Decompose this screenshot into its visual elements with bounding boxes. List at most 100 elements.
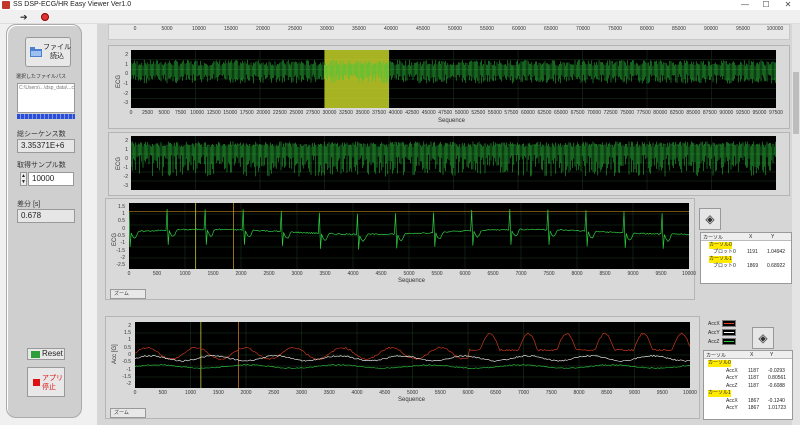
overview-top-x-ticks-bottom: 0 2500 5000 7500 10000 12500 15000 17500 20000 22…	[130, 110, 783, 117]
ecg-cursor-table-header: カーソル X Y	[701, 233, 791, 241]
close-button[interactable]: ✕	[778, 0, 798, 10]
x-tick-label: 92500	[735, 110, 750, 116]
y-tick-label: -1	[126, 366, 131, 373]
ecg-cursor-row[interactable]: カーソル0	[701, 242, 791, 249]
x-tick-label: 9500	[656, 390, 668, 396]
overview-middle-ylabel: ECG	[116, 156, 122, 170]
accel-cursor-table[interactable]: カーソル X Y カーソル0 AccX 1187 -0.0293 AccY 1187 0.8…	[703, 350, 793, 420]
x-tick-label: 50000	[454, 110, 469, 116]
x-tick-label: 500	[152, 271, 162, 277]
y-tick-label: 0	[128, 352, 131, 358]
ecg-cursor-row[interactable]: カーソル1	[701, 256, 791, 263]
file-load-label: ファイル読込	[43, 44, 71, 60]
scroll-thumb[interactable]	[793, 72, 799, 134]
x-tick-label: 7500	[175, 110, 187, 116]
legend-label: AccY	[708, 330, 720, 336]
ecg-cursor-hdr-name: カーソル	[703, 235, 724, 241]
run-arrow-icon[interactable]: ➔	[20, 13, 28, 22]
x-tick-label: 1000	[184, 390, 197, 396]
x-tick-label: 97500	[769, 110, 783, 116]
cursor-cell-x: 1187	[748, 367, 759, 374]
x-tick-label: 8500	[599, 271, 611, 277]
x-tick-label: 0	[133, 26, 137, 32]
vertical-scrollbar[interactable]	[792, 24, 800, 425]
accel-cursor-row[interactable]: AccX 1867 -0.1240	[704, 398, 792, 405]
maximize-button[interactable]: ☐	[756, 0, 776, 10]
overview-middle-plot[interactable]	[131, 136, 776, 190]
accel-cursor-row[interactable]: カーソル1	[704, 390, 792, 397]
app-stop-button[interactable]: アプリ停止	[27, 367, 65, 397]
cursor-cell-y: -0.0293	[768, 367, 785, 374]
accel-cursor-row[interactable]: AccY 1187 0.80561	[704, 375, 792, 382]
sample-count-spinner[interactable]: ▲ ▼	[20, 172, 27, 186]
cursor-cell-x: 1867	[748, 397, 760, 404]
x-tick-label: 70000	[576, 26, 590, 32]
x-tick-label: 2500	[141, 110, 154, 116]
x-tick-label: 5500	[431, 271, 443, 277]
legend-item-accx[interactable]: AccX	[708, 320, 738, 328]
sample-count-input[interactable]: 10000	[28, 172, 74, 186]
ecg-x-ticks: 0 500 1000 1500 2000 2500 3000 3500 4000 4500 5000…	[128, 271, 696, 278]
minimize-button[interactable]: —	[735, 0, 755, 10]
x-tick-label: 0	[133, 390, 137, 396]
ecg-cursor-row[interactable]: プロット0 1191 1.04942	[701, 249, 791, 256]
x-tick-label: 12500	[206, 110, 221, 116]
accel-cursor-move-button[interactable]: ◈	[752, 327, 774, 349]
cursor-cell-sub: AccX	[726, 397, 738, 404]
accel-plot[interactable]	[135, 322, 690, 388]
legend-swatch	[722, 320, 736, 327]
cursor-x: 1869	[747, 263, 759, 269]
accel-cursor-row[interactable]: カーソル0	[704, 360, 792, 367]
y-tick-label: 0	[125, 155, 128, 162]
x-tick-label: 42500	[405, 110, 420, 116]
app-stop-label: アプリ停止	[42, 375, 63, 391]
y-tick-label: -0.5	[122, 359, 131, 366]
y-tick-label: -1.5	[122, 374, 131, 380]
cursor-plot: プロット0	[713, 263, 736, 269]
cursor-y: 0.68922	[767, 263, 786, 269]
cursor-cell-sub: AccX	[726, 367, 738, 374]
window-title: SS DSP-ECG/HR Easy Viewer Ver1.0	[13, 1, 132, 8]
x-tick-label: 55000	[487, 110, 502, 116]
overview-top-plot[interactable]	[131, 50, 776, 108]
x-tick-label: 5000	[161, 26, 173, 32]
cursor-y: 1.04942	[767, 249, 786, 255]
y-tick-label: -2.5	[116, 262, 125, 269]
ecg-zoom-tool[interactable]: ズーム	[110, 289, 146, 299]
x-tick-label: 25000	[289, 110, 304, 116]
legend-item-accz[interactable]: AccZ	[708, 338, 738, 346]
x-tick-label: 10000	[682, 271, 696, 277]
x-tick-label: 8000	[573, 390, 585, 396]
file-path-field[interactable]: C:\Users\...\dsp_data\...csv	[17, 83, 75, 113]
cursor-cell-y: -0.6088	[768, 382, 785, 389]
ecg-cursor-row[interactable]: プロット0 1869 0.68922	[701, 263, 791, 270]
x-tick-label: 3000	[291, 271, 303, 277]
reset-button[interactable]: Reset	[27, 348, 65, 360]
abort-icon[interactable]	[41, 13, 49, 21]
ecg-cursor-move-button[interactable]: ◈	[699, 208, 721, 230]
accel-cursor-row[interactable]: AccZ 1187 -0.6088	[704, 383, 792, 390]
x-tick-label: 5500	[434, 390, 446, 396]
selected-file-label: 選択したファイルパス	[16, 74, 67, 80]
ecg-plot[interactable]	[129, 203, 689, 269]
ecg-cursor-table[interactable]: カーソル X Y カーソル0 プロット0 1191 1.04942 カーソル1 …	[700, 232, 792, 284]
ecg-cursor-hdr-y: Y	[771, 234, 775, 240]
plot-canvas	[129, 203, 689, 269]
accel-cursor-hdr-y: Y	[770, 352, 774, 358]
total-seq-value: 3.35371E+6	[17, 139, 75, 153]
ecg-cursor-hdr-x: X	[749, 234, 753, 240]
x-tick-label: 4500	[379, 390, 391, 396]
accel-zoom-tool[interactable]: ズーム	[110, 408, 146, 418]
accel-cursor-row[interactable]: AccX 1187 -0.0293	[704, 368, 792, 375]
x-tick-label: 30000	[322, 110, 337, 116]
x-tick-label: 25000	[288, 26, 302, 32]
y-tick-label: -2	[126, 381, 131, 388]
legend-item-accy[interactable]: AccY	[708, 329, 738, 337]
x-tick-label: 7500	[545, 390, 557, 396]
x-tick-label: 45000	[416, 26, 430, 32]
file-load-button[interactable]: ファイル読込	[25, 37, 71, 67]
selection-highlight[interactable]	[324, 50, 390, 108]
x-tick-label: 3500	[319, 271, 331, 277]
accel-cursor-row[interactable]: AccY 1867 1.01723	[704, 405, 792, 412]
y-tick-label: 1.5	[124, 330, 131, 336]
